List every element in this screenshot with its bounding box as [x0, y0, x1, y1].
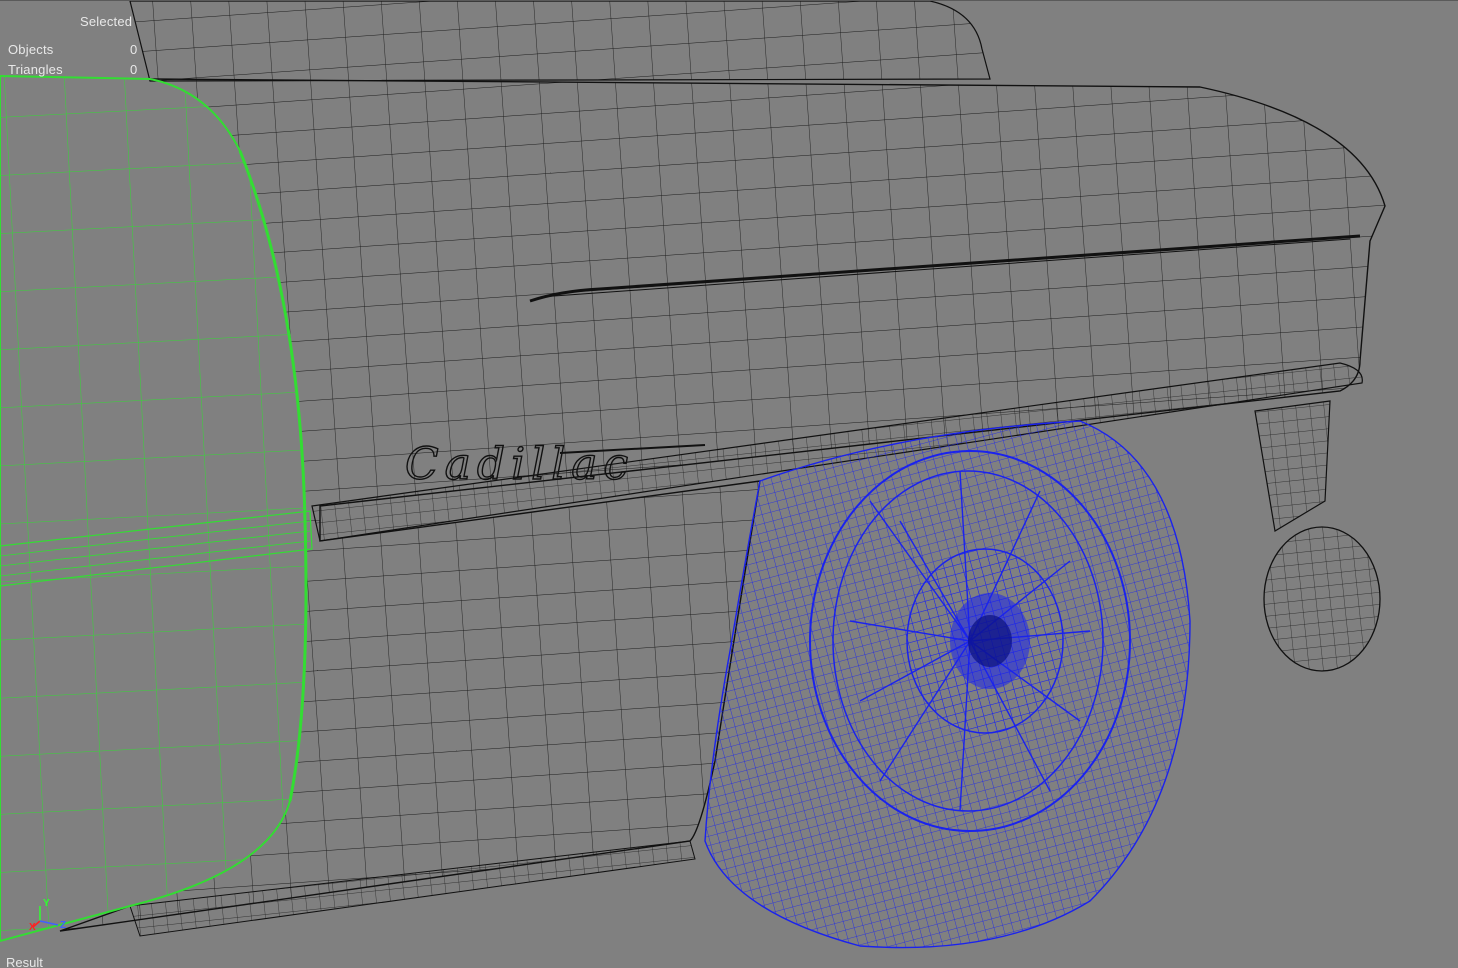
hood-panel[interactable]	[129, 1, 991, 82]
svg-text:Cadillac: Cadillac	[405, 439, 634, 490]
wireframe-scene[interactable]: Cadillac	[0, 1, 1458, 968]
wheel[interactable]	[704, 420, 1191, 949]
stat-value-triangles: 0	[130, 62, 138, 77]
axis-z-label: Z	[60, 920, 67, 931]
stat-label-objects: Objects	[8, 42, 54, 57]
stats-header: Selected	[80, 14, 133, 29]
bumper-overrider[interactable]	[1254, 400, 1381, 672]
axis-y-label: Y	[43, 898, 50, 909]
stat-value-objects: 0	[130, 42, 138, 57]
axis-x-label: X	[29, 922, 36, 933]
result-label: Result	[6, 955, 43, 968]
stat-label-triangles: Triangles	[8, 62, 63, 77]
3d-viewport[interactable]: Cadillac Selected Objects 0 Triangles 0 …	[0, 0, 1458, 968]
